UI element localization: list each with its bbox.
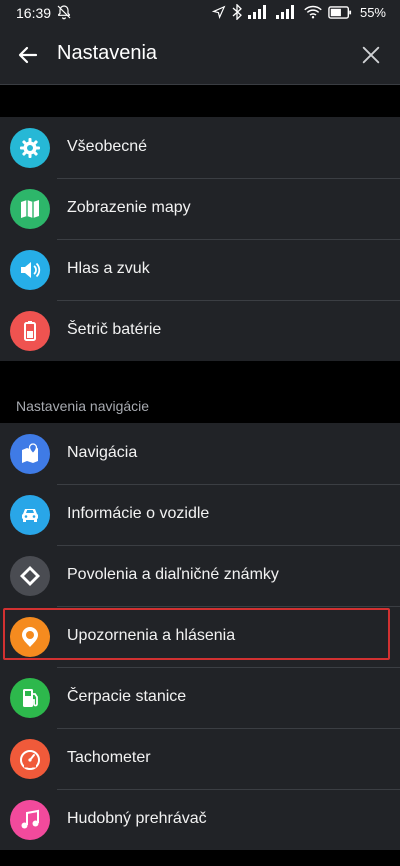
battery-icon [10, 311, 50, 351]
speedometer-icon [10, 739, 50, 779]
page-title: Nastavenia [57, 42, 158, 64]
wifi-icon [304, 5, 322, 19]
signal-icon [247, 5, 266, 19]
music-note-icon [10, 800, 50, 840]
settings-item-music-player[interactable]: Hudobný prehrávač [0, 789, 400, 850]
settings-item-label: Informácie o vozidle [67, 505, 210, 522]
settings-item-voice-sound[interactable]: Hlas a zvuk [0, 239, 400, 300]
road-sign-icon [10, 556, 50, 596]
settings-item-vehicle-info[interactable]: Informácie o vozidle [0, 484, 400, 545]
general-settings-group: Všeobecné Zobrazenie mapy Hlas a zvuk Še… [0, 117, 400, 361]
settings-item-map-display[interactable]: Zobrazenie mapy [0, 178, 400, 239]
battery-icon [328, 5, 352, 19]
map-icon [10, 189, 50, 229]
close-icon[interactable] [360, 44, 382, 66]
location-arrow-icon [211, 5, 226, 19]
settings-item-label: Čerpacie stanice [67, 688, 187, 705]
settings-item-navigation[interactable]: Navigácia [0, 423, 400, 484]
status-bar: 16:39 55% [0, 0, 400, 26]
arrow-left-icon[interactable] [16, 43, 40, 67]
status-icons: 55% [211, 4, 386, 20]
app-bar: Nastavenia [0, 26, 400, 85]
settings-item-battery-saver[interactable]: Šetrič batérie [0, 300, 400, 361]
settings-item-general[interactable]: Všeobecné [0, 117, 400, 178]
navigation-settings-group: Navigácia Informácie o vozidle Povolenia… [0, 423, 400, 850]
settings-item-alerts-reports[interactable]: Upozornenia a hlásenia [0, 606, 400, 667]
settings-item-label: Tachometer [67, 749, 151, 766]
battery-percent: 55% [359, 4, 386, 20]
settings-item-label: Zobrazenie mapy [67, 199, 191, 216]
settings-item-label: Šetrič batérie [67, 321, 162, 338]
fuel-pump-icon [10, 678, 50, 718]
status-time: 16:39 [16, 5, 52, 21]
car-icon [10, 495, 50, 535]
settings-item-label: Povolenia a diaľničné známky [67, 566, 279, 583]
settings-item-permits-vignettes[interactable]: Povolenia a diaľničné známky [0, 545, 400, 606]
settings-item-label: Upozornenia a hlásenia [67, 627, 236, 644]
settings-item-speedometer[interactable]: Tachometer [0, 728, 400, 789]
settings-item-label: Hlas a zvuk [67, 260, 150, 277]
bluetooth-icon [232, 4, 242, 20]
settings-item-label: Hudobný prehrávač [67, 810, 207, 827]
section-title: Nastavenia navigácie [16, 398, 150, 414]
map-pin-icon [10, 434, 50, 474]
speaker-icon [10, 250, 50, 290]
navigation-section-header: Nastavenia navigácie [0, 362, 400, 422]
settings-item-label: Všeobecné [67, 138, 148, 155]
alert-pin-icon [10, 617, 50, 657]
gear-icon [10, 128, 50, 168]
signal-icon [275, 5, 294, 19]
muted-bell-icon [57, 5, 71, 20]
settings-item-gas-stations[interactable]: Čerpacie stanice [0, 667, 400, 728]
settings-item-label: Navigácia [67, 444, 138, 461]
